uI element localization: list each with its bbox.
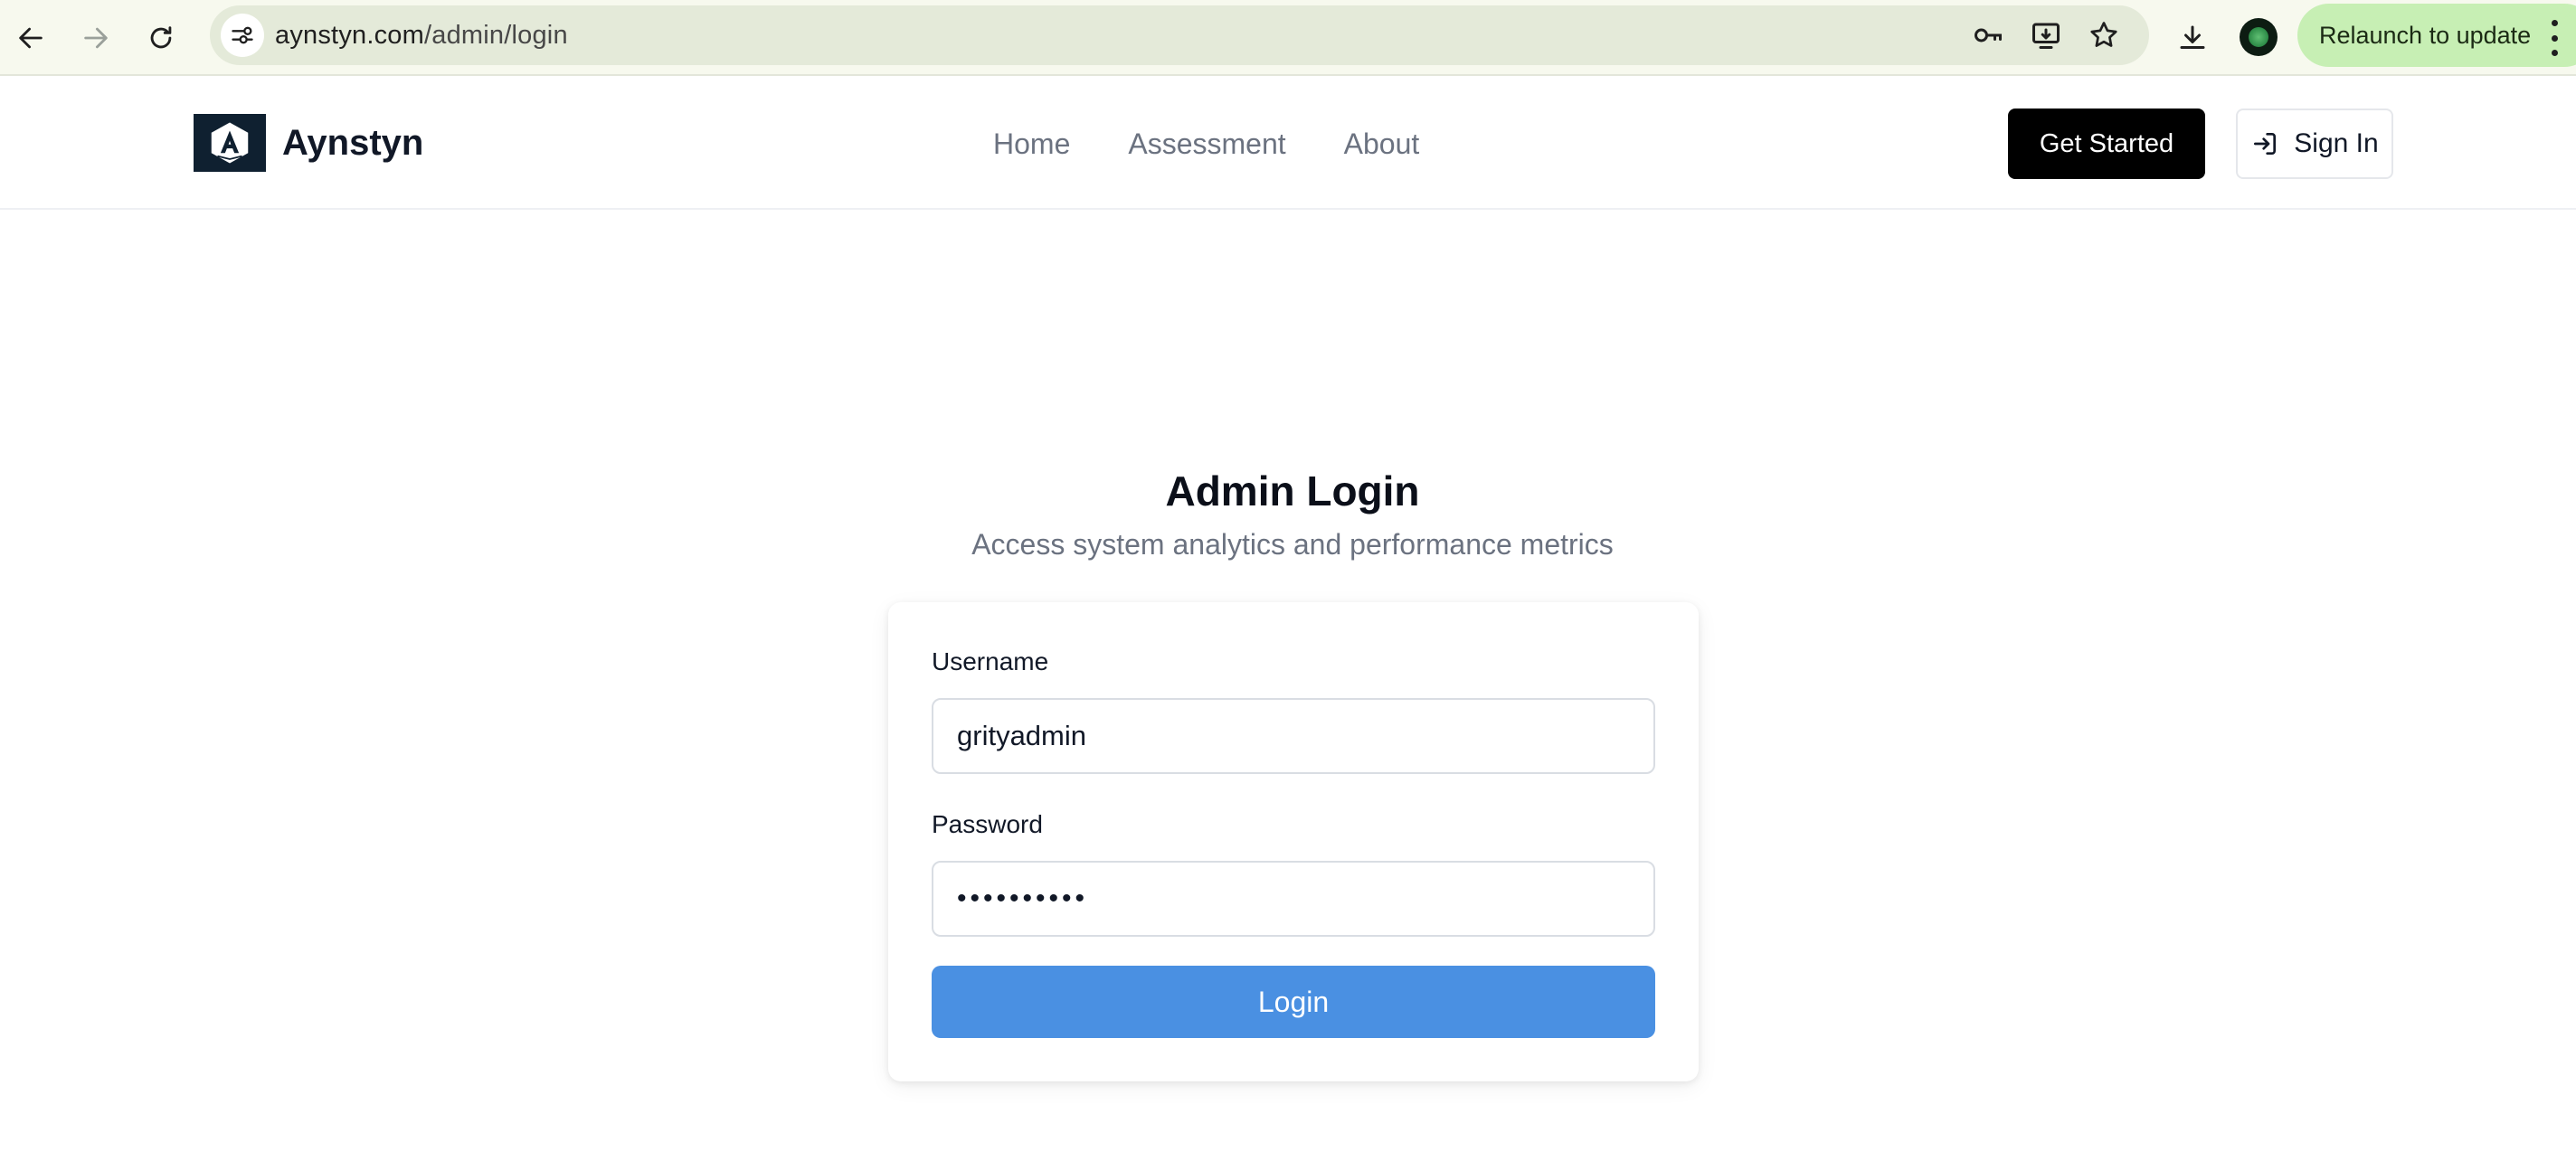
install-app-icon xyxy=(2032,23,2060,49)
browser-toolbar: aynstyn.com/admin/login Relaunch to upda… xyxy=(0,0,2576,76)
site-info-icon xyxy=(232,26,253,44)
url-host: aynstyn.com xyxy=(275,21,424,50)
site-header: Aynstyn Home Assessment About Get Starte… xyxy=(0,78,2576,210)
profile-avatar-icon[interactable] xyxy=(2240,18,2278,56)
sign-in-icon xyxy=(2254,133,2277,155)
url-path: /admin/login xyxy=(424,21,568,50)
site-info-button[interactable] xyxy=(221,14,264,57)
page-title: Admin Login xyxy=(1165,467,1420,514)
key-icon xyxy=(1975,28,2002,42)
nav-assessment-link[interactable]: Assessment xyxy=(1128,127,1285,161)
relaunch-label: Relaunch to update xyxy=(2319,22,2532,49)
bookmark-button[interactable] xyxy=(2086,17,2122,53)
address-bar[interactable]: aynstyn.com/admin/login xyxy=(210,5,2149,65)
install-app-button[interactable] xyxy=(2028,17,2064,53)
bookmark-star-icon xyxy=(2090,22,2117,47)
reload-icon xyxy=(150,26,172,49)
more-menu-icon[interactable] xyxy=(2549,20,2560,56)
brand-name: Aynstyn xyxy=(282,122,424,163)
login-button-label: Login xyxy=(1257,985,1330,1018)
login-button[interactable]: Login xyxy=(932,966,1655,1038)
back-button[interactable] xyxy=(5,13,56,63)
relaunch-button[interactable]: Relaunch to update xyxy=(2297,4,2576,67)
sign-in-label: Sign In xyxy=(2294,128,2379,158)
download-icon xyxy=(2180,25,2205,49)
back-arrow-icon xyxy=(19,27,43,49)
username-input[interactable] xyxy=(932,698,1655,774)
get-started-button[interactable]: Get Started xyxy=(2008,109,2205,179)
login-card: Username Password Login xyxy=(888,602,1699,1081)
password-manager-button[interactable] xyxy=(1970,17,2006,53)
password-label: Password xyxy=(932,810,1043,838)
nav-about-link[interactable]: About xyxy=(1344,127,1420,161)
password-input[interactable] xyxy=(932,861,1655,937)
sign-in-button[interactable]: Sign In xyxy=(2236,109,2393,179)
page-subtitle: Access system analytics and performance … xyxy=(971,528,1614,561)
brand-logo-link[interactable]: Aynstyn xyxy=(194,114,423,172)
main-nav: Home Assessment About xyxy=(993,78,1477,210)
downloads-button[interactable] xyxy=(2169,14,2216,61)
reload-button[interactable] xyxy=(136,13,186,63)
forward-button[interactable] xyxy=(71,13,121,63)
username-label: Username xyxy=(932,647,1049,675)
forward-arrow-icon xyxy=(84,27,108,49)
url-text: aynstyn.com/admin/login xyxy=(275,5,568,65)
get-started-label: Get Started xyxy=(2039,128,2174,158)
logo-icon xyxy=(194,114,266,172)
nav-home-link[interactable]: Home xyxy=(993,127,1070,161)
